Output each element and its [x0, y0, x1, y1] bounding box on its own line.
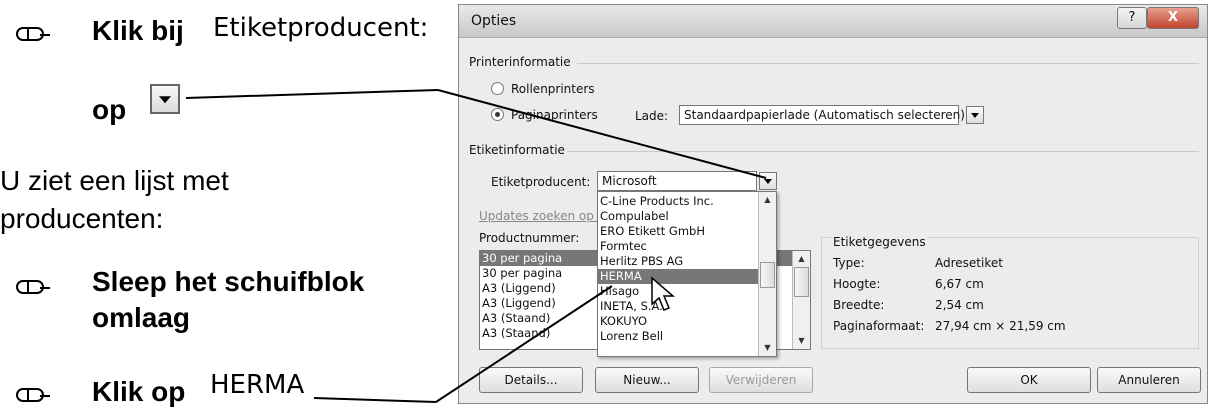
- delete-button[interactable]: Verwijderen: [709, 367, 813, 393]
- new-button[interactable]: Nieuw...: [595, 367, 699, 393]
- vendor-label: Etiketproducent:: [491, 175, 591, 189]
- chevron-down-icon: [159, 96, 171, 104]
- printer-group-label: Printerinformatie: [469, 55, 571, 69]
- detail-value: 6,67 cm: [935, 277, 984, 291]
- step2-line2: omlaag: [92, 302, 191, 333]
- vendor-dropdown-list[interactable]: C-Line Products Inc. Compulabel ERO Etik…: [597, 191, 777, 357]
- product-label: Productnummer:: [479, 231, 580, 245]
- detail-key: Type:: [833, 256, 865, 270]
- vendor-option[interactable]: Herlitz PBS AG: [598, 254, 776, 269]
- options-dialog: Opties ? X Printerinformatie Rollenprint…: [458, 4, 1208, 404]
- vendor-dropdown-button[interactable]: [759, 172, 777, 190]
- mouse-icon: [16, 388, 50, 402]
- mouse-icon: [16, 27, 50, 41]
- label-group-label: Etiketinformatie: [469, 143, 565, 157]
- vendor-option[interactable]: Hisago: [598, 284, 776, 299]
- step1-text: Klik bij: [92, 15, 184, 46]
- vendor-select[interactable]: Microsoft: [597, 171, 757, 191]
- step1-field-label: Etiketproducent:: [213, 13, 429, 43]
- cancel-button[interactable]: Annuleren: [1097, 367, 1201, 393]
- dialog-title: Opties: [471, 13, 517, 29]
- scroll-thumb[interactable]: [760, 262, 775, 288]
- scroll-down-icon[interactable]: ▼: [759, 340, 776, 356]
- radio-roll-label: Rollenprinters: [511, 82, 595, 96]
- pointer-line-dropdown: [185, 89, 439, 99]
- vendor-option[interactable]: C-Line Products Inc.: [598, 194, 776, 209]
- radio-page-label: Paginaprinters: [511, 108, 598, 122]
- step1-op: op: [92, 94, 127, 125]
- step3-text: Klik op: [92, 376, 186, 407]
- scroll-thumb[interactable]: [794, 267, 809, 297]
- mouse-icon: [16, 280, 50, 294]
- chevron-down-icon: [971, 113, 979, 118]
- detail-key: Hoogte:: [833, 277, 881, 291]
- details-group-label: Etiketgegevens: [831, 235, 928, 249]
- chevron-down-icon: [764, 179, 772, 184]
- info-line-2: producenten:: [0, 203, 164, 234]
- radio-page-printers[interactable]: [491, 108, 504, 121]
- close-button[interactable]: X: [1147, 7, 1199, 29]
- info-line-1: U ziet een lijst met: [0, 165, 229, 196]
- vendor-option[interactable]: ERO Etikett GmbH: [598, 224, 776, 239]
- detail-value: 2,54 cm: [935, 298, 984, 312]
- vendor-option-herma[interactable]: HERMA: [598, 269, 776, 284]
- step3-item-label: HERMA: [210, 370, 305, 400]
- detail-key: Breedte:: [833, 298, 885, 312]
- detail-value: 27,94 cm × 21,59 cm: [935, 319, 1066, 333]
- detail-key: Paginaformaat:: [833, 319, 925, 333]
- detail-value: Adresetiket: [935, 256, 1003, 270]
- tray-select[interactable]: Standaardpapierlade (Automatisch selecte…: [679, 105, 965, 125]
- tray-dropdown-button[interactable]: [966, 106, 984, 124]
- dropdown-arrow-button-image: [150, 84, 180, 114]
- updates-link[interactable]: Updates zoeken op O: [479, 209, 607, 223]
- vendor-option[interactable]: Formtec: [598, 239, 776, 254]
- close-icon: X: [1167, 10, 1179, 25]
- separator: [577, 63, 1199, 64]
- vendor-list-scrollbar[interactable]: ▲ ▼: [758, 192, 776, 356]
- help-button[interactable]: ?: [1117, 7, 1147, 29]
- scroll-up-icon[interactable]: ▲: [793, 251, 810, 267]
- vendor-option[interactable]: Compulabel: [598, 209, 776, 224]
- scroll-up-icon[interactable]: ▲: [759, 192, 776, 208]
- product-list-scrollbar[interactable]: ▲ ▼: [792, 251, 810, 349]
- ok-button[interactable]: OK: [967, 367, 1091, 393]
- separator: [567, 151, 1199, 152]
- scroll-down-icon[interactable]: ▼: [793, 333, 810, 349]
- vendor-option[interactable]: Lorenz Bell: [598, 329, 776, 344]
- vendor-option[interactable]: INETA, S.A.: [598, 299, 776, 314]
- vendor-option[interactable]: KOKUYO: [598, 314, 776, 329]
- step2-line1: Sleep het schuifblok: [92, 266, 365, 297]
- pointer-line-herma: [313, 397, 437, 403]
- radio-roll-printers[interactable]: [491, 82, 504, 95]
- title-bar: Opties ? X: [459, 5, 1207, 38]
- details-button[interactable]: Details...: [479, 367, 583, 393]
- tray-label: Lade:: [635, 109, 669, 123]
